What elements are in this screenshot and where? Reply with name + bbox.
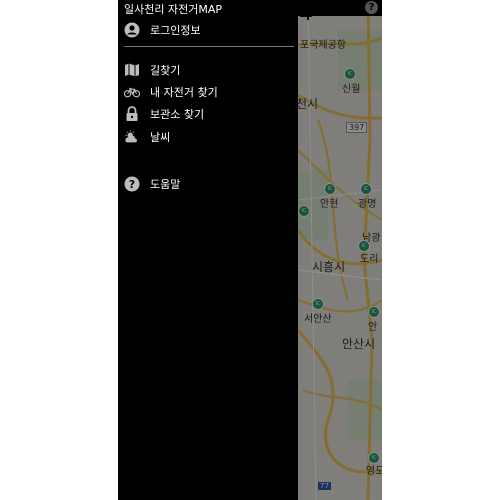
map-icon bbox=[124, 62, 140, 78]
lock-icon bbox=[124, 106, 140, 122]
app-screen: 포국제공항 IC 신월 천시 397 IC IC 안현 광명 IC 남광 IC … bbox=[118, 0, 382, 500]
weather-icon bbox=[124, 129, 140, 145]
drawer-item-storage[interactable]: 보관소 찾기 bbox=[124, 104, 204, 124]
help-icon[interactable]: ? bbox=[365, 1, 378, 14]
drawer-item-label: 날씨 bbox=[150, 131, 171, 144]
drawer-item-my-bike[interactable]: 내 자전거 찾기 bbox=[124, 82, 218, 102]
drawer-item-label: 보관소 찾기 bbox=[150, 108, 205, 121]
title-bar: 일사천리 자전거MAP ? bbox=[118, 0, 382, 16]
drawer-item-login[interactable]: 로그인정보 bbox=[124, 20, 201, 40]
svg-text:?: ? bbox=[129, 178, 135, 191]
drawer-item-label: 로그인정보 bbox=[150, 24, 201, 37]
drawer-scrim[interactable] bbox=[298, 0, 382, 500]
bicycle-icon bbox=[124, 84, 140, 100]
divider bbox=[124, 46, 294, 47]
drawer-item-label: 길찾기 bbox=[150, 64, 181, 77]
account-circle-icon bbox=[124, 22, 140, 38]
drawer-item-help[interactable]: ? 도움말 bbox=[124, 174, 180, 194]
drawer-item-label: 내 자전거 찾기 bbox=[150, 86, 218, 99]
map-view[interactable]: 포국제공항 IC 신월 천시 397 IC IC 안현 광명 IC 남광 IC … bbox=[298, 0, 382, 500]
drawer-item-label: 도움말 bbox=[150, 178, 181, 191]
navigation-drawer: 로그인정보 길찾기 내 자전거 찾기 보관소 찾기 날씨 ? 도움말 bbox=[118, 0, 298, 500]
drawer-item-weather[interactable]: 날씨 bbox=[124, 127, 170, 147]
app-title: 일사천리 자전거MAP bbox=[124, 3, 222, 16]
help-icon: ? bbox=[124, 176, 140, 192]
drawer-item-directions[interactable]: 길찾기 bbox=[124, 60, 180, 80]
